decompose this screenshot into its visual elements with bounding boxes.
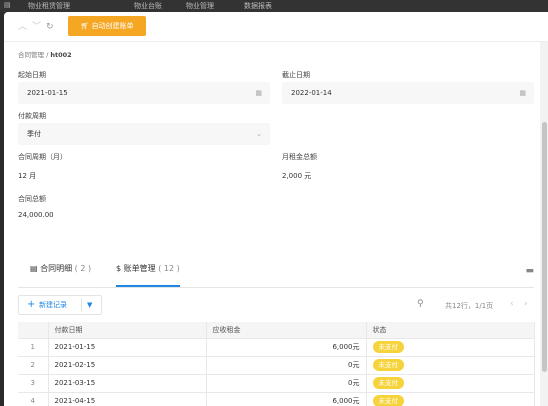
end-date-label: 截止日期 [282, 71, 310, 79]
start-date-label: 起始日期 [18, 71, 46, 79]
row-date: 2021-01-15 [48, 338, 207, 357]
refresh-icon[interactable]: ↻ [46, 22, 54, 32]
payment-cycle-select[interactable]: 季付 ⌄ [18, 123, 270, 145]
panel-toolbar: ︿ ﹀ ↻ 🛒︎ 自动创建账单 [4, 12, 548, 42]
monthly-rent-value: 2,000 元 [282, 172, 312, 180]
header-rent-due[interactable]: 应收租金 [206, 322, 367, 339]
row-status-cell: 未支付 [366, 392, 535, 406]
breadcrumb-parent[interactable]: 合同管理 [18, 51, 44, 59]
tab-contract-details-label: 合同明细 [40, 264, 73, 273]
chevron-down-icon[interactable]: ﹀ [32, 22, 41, 32]
nav-item-reports[interactable]: 数据报表 [244, 1, 272, 11]
breadcrumb-current: ht002 [50, 51, 72, 59]
header-payment-date[interactable]: 付款日期 [48, 322, 207, 339]
contract-period-value: 12 月 [18, 172, 37, 180]
nav-item-lease[interactable]: 物业租赁管理 [28, 1, 70, 11]
row-amount: 6,000元 [206, 338, 367, 357]
record-panel: ︿ ﹀ ↻ 🛒︎ 自动创建账单 合同管理 / ht002 起始日期 2021-0… [4, 12, 548, 406]
contract-total-label: 合同总额 [18, 195, 46, 203]
cart-icon: 🛒︎ [80, 22, 92, 30]
tab-contract-details[interactable]: ▤ 合同明细 ( 2 ) [30, 263, 91, 287]
tab-bill-management[interactable]: $ 账单管理 ( 12 ) [116, 263, 180, 287]
plus-icon: + [27, 299, 36, 310]
status-badge: 未支付 [372, 395, 404, 406]
row-index: 2 [18, 356, 49, 375]
chevron-up-icon[interactable]: ︿ [18, 22, 27, 32]
scrollbar-thumb[interactable] [542, 122, 547, 372]
search-icon[interactable]: ⚲ [417, 299, 424, 309]
row-index: 3 [18, 374, 49, 393]
row-date: 2021-02-15 [48, 356, 207, 375]
row-amount: 0元 [206, 374, 367, 393]
header-index [18, 322, 49, 339]
calendar-icon: ▦ [519, 89, 526, 97]
header-status[interactable]: 状态 [366, 322, 535, 339]
start-date-value: 2021-01-15 [27, 89, 68, 97]
document-icon: ▤ [30, 264, 41, 273]
table-row[interactable]: 4 2021-04-15 6,000元 未支付 [18, 392, 535, 406]
panel-layout-icon[interactable]: ▬ [525, 266, 534, 276]
table-row[interactable]: 3 2021-03-15 0元 未支付 [18, 374, 535, 393]
caret-down-icon[interactable]: ▼ [87, 296, 92, 314]
bill-table: 付款日期 应收租金 状态 1 2021-01-15 6,000元 未支付 2 2… [18, 322, 535, 406]
nav-icon: ▤ [4, 1, 11, 9]
auto-create-bill-button[interactable]: 🛒︎ 自动创建账单 [68, 16, 146, 36]
auto-create-bill-label: 自动创建账单 [91, 22, 134, 30]
divider [81, 299, 82, 311]
contract-period-label: 合同周期（月） [18, 153, 67, 161]
end-date-field[interactable]: 2022-01-14 ▦ [282, 82, 534, 104]
chevron-down-icon: ⌄ [256, 130, 262, 138]
status-badge: 未支付 [372, 341, 404, 353]
payment-cycle-label: 付款周期 [18, 112, 46, 120]
pager-info: 共12行，1/1页 [445, 302, 494, 310]
prev-page-icon[interactable]: ‹ [510, 299, 514, 309]
detail-tabs: ▤ 合同明细 ( 2 ) $ 账单管理 ( 12 ) ▬ [18, 254, 534, 288]
new-record-button[interactable]: + 新建记录 ▼ [18, 295, 102, 315]
start-date-field[interactable]: 2021-01-15 ▦ [18, 82, 270, 104]
monthly-rent-label: 月租金总额 [282, 153, 317, 161]
dollar-icon: $ [116, 264, 124, 273]
next-page-icon[interactable]: › [524, 299, 528, 309]
calendar-icon: ▦ [255, 89, 262, 97]
nav-item-manage[interactable]: 物业管理 [186, 1, 214, 11]
breadcrumb: 合同管理 / ht002 [18, 51, 72, 59]
status-badge: 未支付 [372, 359, 404, 371]
row-status-cell: 未支付 [366, 374, 535, 393]
status-badge: 未支付 [372, 377, 404, 389]
top-nav-bar: ▤ 物业租赁管理 物业台账 物业管理 数据报表 [0, 0, 548, 12]
row-date: 2021-03-15 [48, 374, 207, 393]
table-row[interactable]: 1 2021-01-15 6,000元 未支付 [18, 338, 535, 357]
payment-cycle-value: 季付 [27, 130, 41, 138]
end-date-value: 2022-01-14 [291, 89, 332, 97]
row-date: 2021-04-15 [48, 392, 207, 406]
row-status-cell: 未支付 [366, 338, 535, 357]
row-amount: 6,000元 [206, 392, 367, 406]
tab-contract-details-count: ( 2 ) [74, 264, 92, 273]
row-index: 4 [18, 392, 49, 406]
row-status-cell: 未支付 [366, 356, 535, 375]
tab-bill-management-label: 账单管理 [123, 264, 156, 273]
table-row[interactable]: 2 2021-02-15 0元 未支付 [18, 356, 535, 375]
nav-item-ledger[interactable]: 物业台账 [134, 1, 162, 11]
tab-bill-management-count: ( 12 ) [158, 264, 180, 273]
new-record-label: 新建记录 [39, 301, 67, 309]
row-index: 1 [18, 338, 49, 357]
row-amount: 0元 [206, 356, 367, 375]
table-header-row: 付款日期 应收租金 状态 [18, 322, 535, 339]
contract-total-value: 24,000.00 [18, 211, 54, 219]
